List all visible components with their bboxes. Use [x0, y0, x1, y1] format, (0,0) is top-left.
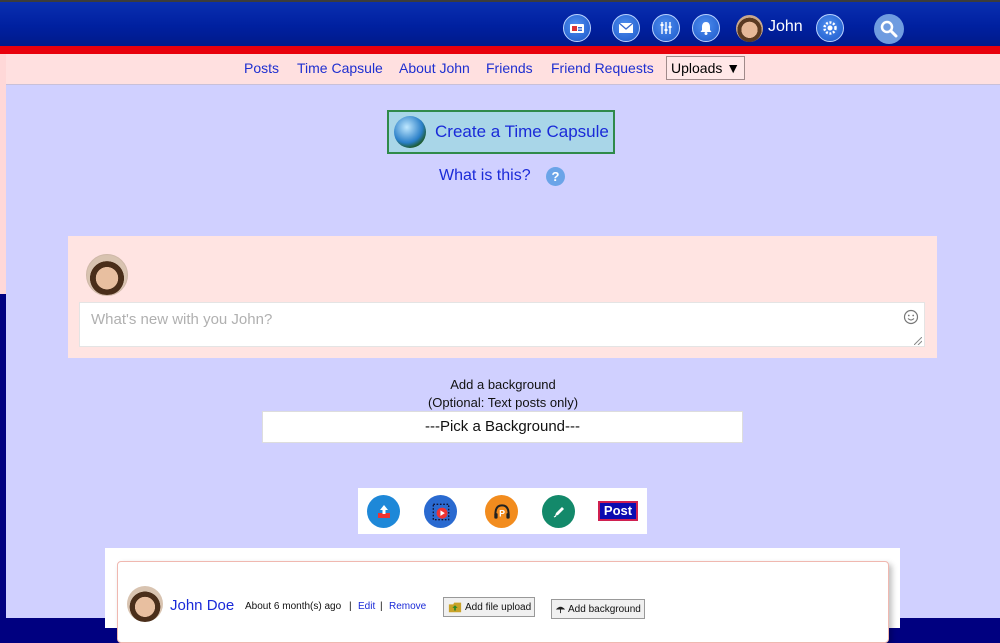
top-header-bar: John	[0, 0, 1000, 46]
feed-post-card: John Doe About 6 month(s) ago | Edit | R…	[117, 561, 889, 643]
create-time-capsule-label: Create a Time Capsule	[435, 122, 609, 141]
feed-container: John Doe About 6 month(s) ago | Edit | R…	[105, 548, 900, 643]
uploads-dropdown[interactable]: Uploads ▼	[666, 56, 746, 80]
feed-separator-2: |	[380, 601, 383, 612]
add-file-upload-label: Add file upload	[465, 601, 532, 613]
globe-icon	[394, 116, 426, 148]
post-button[interactable]: Post	[598, 501, 638, 521]
add-background-button[interactable]: Add background	[551, 599, 645, 619]
mail-icon[interactable]	[612, 14, 640, 42]
podcast-icon[interactable]: P	[485, 495, 518, 528]
profile-tab-bar: Posts Time Capsule About John Friends Fr…	[6, 54, 1000, 85]
search-icon[interactable]	[874, 14, 904, 44]
tab-about[interactable]: About John	[399, 60, 470, 76]
post-toolbar: P Post	[358, 488, 647, 534]
background-subtitle: (Optional: Text posts only)	[427, 395, 579, 410]
header-user-name[interactable]: John	[768, 18, 803, 36]
feed-author-name[interactable]: John Doe	[170, 597, 234, 614]
umbrella-icon	[555, 606, 566, 613]
feed-post-time: About 6 month(s) ago	[245, 601, 342, 612]
add-background-label: Add background	[568, 603, 641, 615]
feed-separator: |	[349, 601, 352, 612]
header-accent-stripe	[0, 46, 1000, 54]
add-file-upload-button[interactable]: Add file upload	[443, 597, 536, 617]
tab-friend-requests[interactable]: Friend Requests	[551, 60, 654, 76]
tab-posts[interactable]: Posts	[244, 60, 279, 76]
feed-author-avatar[interactable]	[127, 586, 163, 622]
user-avatar[interactable]	[736, 15, 763, 42]
equalizer-icon[interactable]	[652, 14, 680, 42]
help-icon[interactable]: ?	[546, 167, 565, 186]
folder-upload-icon	[448, 602, 462, 613]
create-time-capsule-button[interactable]: Create a Time Capsule	[387, 110, 615, 154]
video-icon[interactable]	[424, 495, 457, 528]
emoji-icon[interactable]	[903, 309, 919, 325]
background-title: Add a background	[450, 377, 556, 392]
post-text-input[interactable]: What's new with you John?	[79, 302, 925, 347]
tab-time-capsule[interactable]: Time Capsule	[297, 60, 383, 76]
upload-icon[interactable]	[367, 495, 400, 528]
main-content: Create a Time Capsule What is this? ? Wh…	[6, 85, 1000, 643]
settings-gear-icon[interactable]	[816, 14, 844, 42]
pencil-icon[interactable]	[542, 495, 575, 528]
background-select[interactable]: ---Pick a Background---	[262, 411, 743, 443]
feed-edit-link[interactable]: Edit	[358, 601, 375, 612]
composer-avatar	[86, 254, 128, 296]
tab-friends[interactable]: Friends	[486, 60, 533, 76]
bell-icon[interactable]	[692, 14, 720, 42]
what-is-this-link[interactable]: What is this?	[439, 167, 531, 185]
feed-remove-link[interactable]: Remove	[389, 601, 426, 612]
resize-handle-icon[interactable]	[914, 337, 922, 345]
post-composer: What's new with you John?	[68, 236, 937, 358]
id-card-icon[interactable]	[563, 14, 591, 42]
svg-text:P: P	[499, 508, 505, 518]
